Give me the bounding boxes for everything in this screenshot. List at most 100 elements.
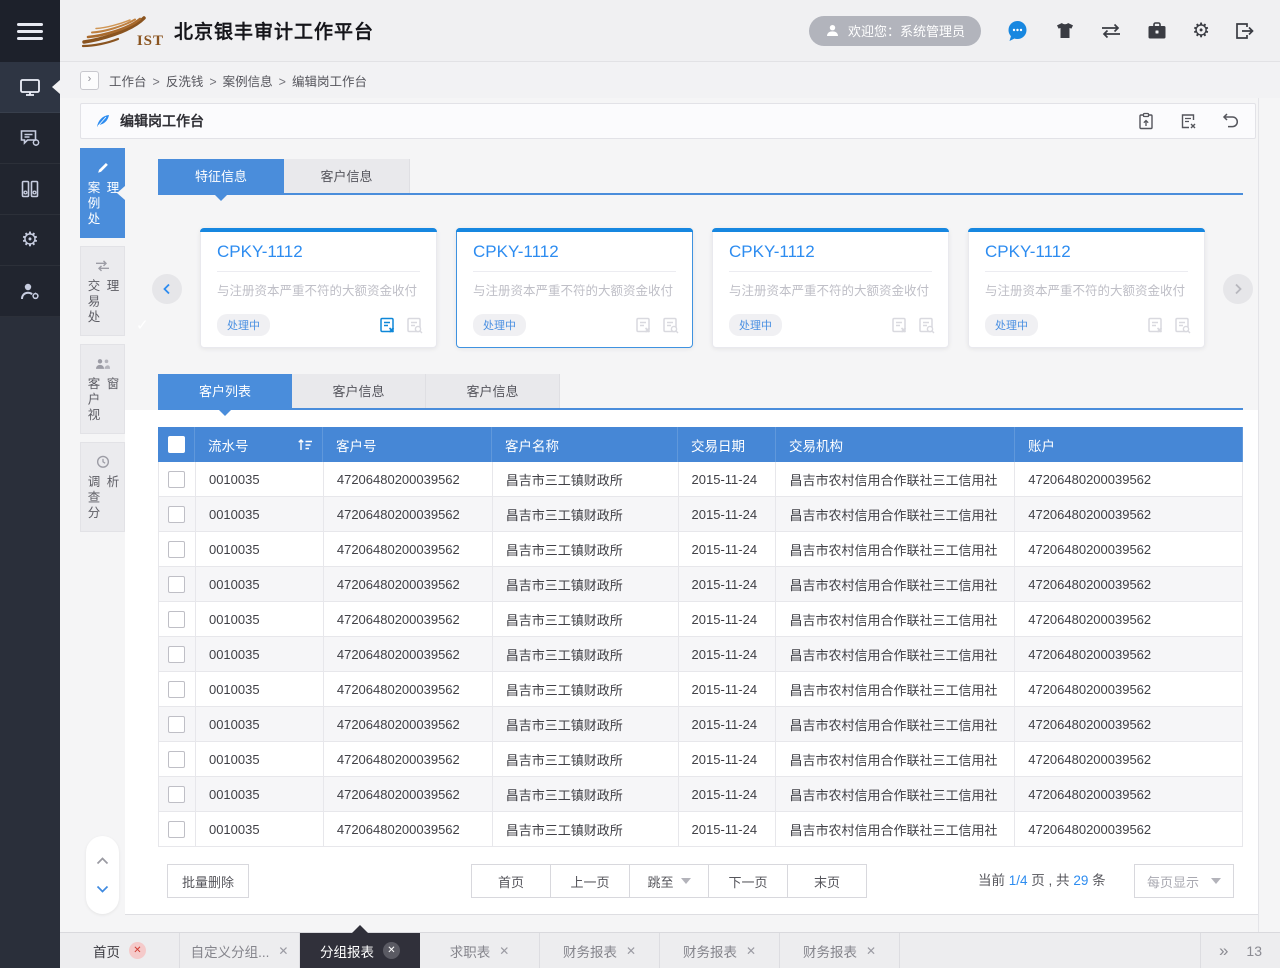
breadcrumb-item[interactable]: 编辑岗工作台 <box>292 75 367 89</box>
row-checkbox[interactable] <box>168 611 185 628</box>
close-tab-icon[interactable]: ✕ <box>278 944 288 958</box>
table-row[interactable]: 0010035 47206480200039562 昌吉市三工镇财政所 2015… <box>158 637 1243 672</box>
bottom-tab-home[interactable]: 首页 ✕ <box>60 933 180 968</box>
bottom-tab-finance-report-2[interactable]: 财务报表 ✕ <box>660 933 780 968</box>
case-card[interactable]: CPKY-1112 与注册资本严重不符的大额资金收付 处理中 <box>200 228 437 348</box>
remove-document-icon[interactable] <box>378 316 396 334</box>
table-row[interactable]: 0010035 47206480200039562 昌吉市三工镇财政所 2015… <box>158 462 1243 497</box>
breadcrumb-toggle[interactable]: › <box>80 71 99 90</box>
row-checkbox[interactable] <box>168 541 185 558</box>
tab-customer-info-1[interactable]: 客户信息 <box>292 374 426 410</box>
table-row[interactable]: 0010035 47206480200039562 昌吉市三工镇财政所 2015… <box>158 812 1243 847</box>
row-checkbox[interactable] <box>168 821 185 838</box>
user-welcome-pill[interactable]: 欢迎您：系统管理员 <box>809 16 981 46</box>
select-all-checkbox[interactable] <box>168 436 185 453</box>
clipboard-submit-icon[interactable] <box>1137 112 1155 130</box>
tab-customer-info[interactable]: 客户信息 <box>284 159 410 195</box>
chevron-up-icon[interactable] <box>96 857 109 865</box>
col-trade-org[interactable]: 交易机构 <box>776 427 1015 462</box>
theme-shirt-icon[interactable] <box>1055 22 1075 40</box>
table-row[interactable]: 0010035 47206480200039562 昌吉市三工镇财政所 2015… <box>158 742 1243 777</box>
remove-document-icon[interactable] <box>1146 316 1164 334</box>
bottom-tab-finance-report-1[interactable]: 财务报表 ✕ <box>540 933 660 968</box>
remove-document-icon[interactable] <box>890 316 908 334</box>
side-tab-customer-view[interactable]: 客户视窗 <box>80 344 125 434</box>
tab-customer-list[interactable]: 客户列表 <box>158 374 292 410</box>
row-checkbox[interactable] <box>168 786 185 803</box>
col-serial-no[interactable]: 流水号 <box>195 427 323 462</box>
message-bubble-icon[interactable] <box>1006 20 1030 42</box>
inspect-document-icon[interactable] <box>1173 316 1191 334</box>
sidebar-item-messages[interactable] <box>0 113 60 164</box>
row-checkbox[interactable] <box>168 471 185 488</box>
side-tab-investigation-analysis[interactable]: 调查分析 <box>80 442 125 532</box>
side-tab-transaction-handling[interactable]: 交易处理 <box>80 246 125 336</box>
table-row[interactable]: 0010035 47206480200039562 昌吉市三工镇财政所 2015… <box>158 672 1243 707</box>
logout-icon[interactable] <box>1235 22 1254 40</box>
inspect-document-icon[interactable] <box>405 316 423 334</box>
close-tab-icon[interactable]: ✕ <box>866 944 876 958</box>
cell-trade-org: 昌吉市农村信用合作联社三工信用社 <box>776 777 1015 812</box>
chevron-down-icon[interactable] <box>96 885 109 893</box>
next-page-button[interactable]: 下一页 <box>708 864 788 898</box>
bottom-tab-custom-group[interactable]: 自定义分组... ✕ <box>180 933 300 968</box>
settings-gear-icon[interactable]: ⚙ <box>1192 21 1210 41</box>
table-row[interactable]: 0010035 47206480200039562 昌吉市三工镇财政所 2015… <box>158 497 1243 532</box>
prev-page-button[interactable]: 上一页 <box>550 864 630 898</box>
row-checkbox[interactable] <box>168 646 185 663</box>
tab-feature-info[interactable]: 特征信息 <box>158 159 284 195</box>
batch-delete-button[interactable]: 批量删除 <box>167 864 249 898</box>
sidebar-item-workbench[interactable] <box>0 62 60 113</box>
first-page-button[interactable]: 首页 <box>471 864 551 898</box>
switch-icon[interactable] <box>1100 23 1122 39</box>
discard-document-icon[interactable] <box>1179 112 1197 130</box>
sidebar-item-system-tools[interactable]: ⚙ <box>0 215 60 266</box>
sort-icon[interactable] <box>297 438 313 452</box>
breadcrumb-item[interactable]: 反洗钱 <box>166 75 204 89</box>
row-checkbox[interactable] <box>168 576 185 593</box>
bottom-tab-group-report[interactable]: 分组报表 ✕ <box>300 933 420 968</box>
per-page-dropdown[interactable]: 每页显示 <box>1134 864 1234 898</box>
table-row[interactable]: 0010035 47206480200039562 昌吉市三工镇财政所 2015… <box>158 602 1243 637</box>
table-row[interactable]: 0010035 47206480200039562 昌吉市三工镇财政所 2015… <box>158 532 1243 567</box>
close-tab-icon[interactable]: ✕ <box>746 944 756 958</box>
carousel-next-button[interactable] <box>1223 274 1253 304</box>
hamburger-menu-button[interactable] <box>0 0 60 62</box>
carousel-prev-button[interactable] <box>152 274 182 304</box>
case-card-selected[interactable]: CPKY-1112 与注册资本严重不符的大额资金收付 处理中 <box>456 228 693 348</box>
undo-icon[interactable] <box>1221 112 1239 128</box>
tab-customer-info-2[interactable]: 客户信息 <box>426 374 560 410</box>
col-customer-name[interactable]: 客户名称 <box>492 427 678 462</box>
col-account[interactable]: 账户 <box>1015 427 1243 462</box>
inspect-document-icon[interactable] <box>661 316 679 334</box>
case-description: 与注册资本严重不符的大额资金收付 <box>729 280 932 299</box>
close-tab-icon[interactable]: ✕ <box>129 942 146 959</box>
jump-to-dropdown[interactable]: 跳至 <box>629 864 709 898</box>
row-checkbox[interactable] <box>168 506 185 523</box>
close-tab-icon[interactable]: ✕ <box>383 942 400 959</box>
col-customer-no[interactable]: 客户号 <box>323 427 492 462</box>
close-tab-icon[interactable]: ✕ <box>626 944 636 958</box>
last-page-button[interactable]: 末页 <box>787 864 867 898</box>
row-checkbox[interactable] <box>168 751 185 768</box>
breadcrumb-item[interactable]: 工作台 <box>109 75 147 89</box>
row-checkbox[interactable] <box>168 716 185 733</box>
sidebar-item-user-management[interactable] <box>0 266 60 317</box>
bottom-tab-job-form[interactable]: 求职表 ✕ <box>420 933 540 968</box>
close-tab-icon[interactable]: ✕ <box>499 944 509 958</box>
col-trade-date[interactable]: 交易日期 <box>678 427 776 462</box>
case-card[interactable]: CPKY-1112 与注册资本严重不符的大额资金收付 处理中 <box>712 228 949 348</box>
case-card[interactable]: CPKY-1112 与注册资本严重不符的大额资金收付 处理中 <box>968 228 1205 348</box>
table-row[interactable]: 0010035 47206480200039562 昌吉市三工镇财政所 2015… <box>158 777 1243 812</box>
briefcase-icon[interactable] <box>1147 22 1167 40</box>
table-row[interactable]: 0010035 47206480200039562 昌吉市三工镇财政所 2015… <box>158 707 1243 742</box>
chevron-double-right-icon[interactable]: » <box>1219 941 1228 961</box>
sidebar-item-archives[interactable] <box>0 164 60 215</box>
bottom-tab-finance-report-3[interactable]: 财务报表 ✕ <box>780 933 900 968</box>
table-row[interactable]: 0010035 47206480200039562 昌吉市三工镇财政所 2015… <box>158 567 1243 602</box>
remove-document-icon[interactable] <box>634 316 652 334</box>
breadcrumb-item[interactable]: 案例信息 <box>223 75 273 89</box>
inspect-document-icon[interactable] <box>917 316 935 334</box>
side-tab-case-handling[interactable]: 案例处理 <box>80 148 125 238</box>
row-checkbox[interactable] <box>168 681 185 698</box>
